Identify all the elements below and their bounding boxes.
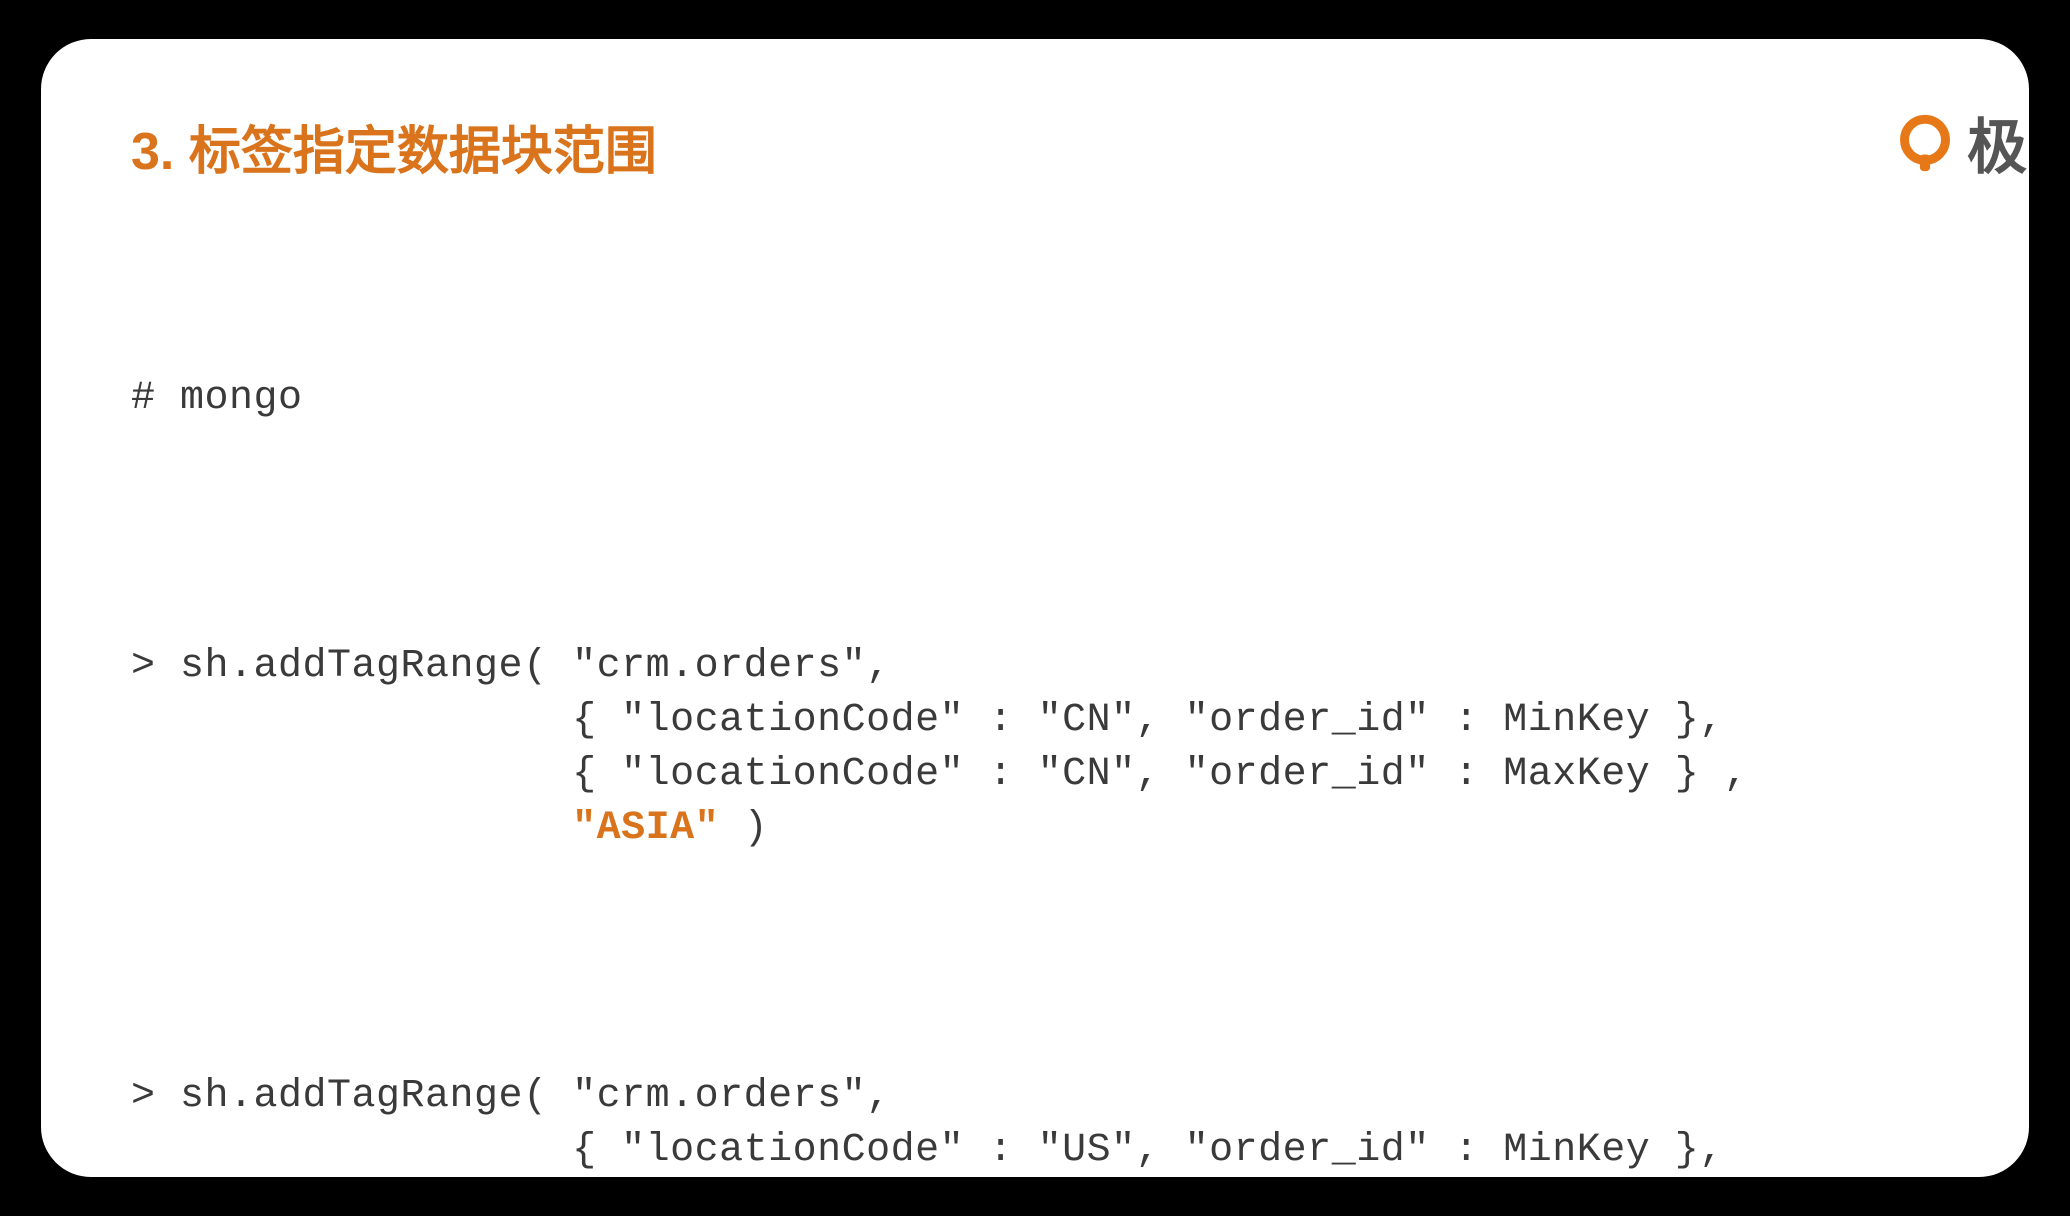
code-indent [131,806,572,851]
mongo-comment: # mongo [131,376,303,421]
brand-logo-text: 极 [1967,99,2029,186]
logo-area: 极 [1893,99,2029,186]
slide-content: 极 3. 标签指定数据块范围 # mongo > sh.addTagRange(… [41,39,2029,1177]
code-line: { "locationCode" : "CN", "order_id" : Ma… [131,752,1748,797]
code-line: { "locationCode" : "CN", "order_id" : Mi… [131,698,1724,743]
tag-asia: "ASIA" [572,806,719,851]
code-line: > sh.addTagRange( "crm.orders", [131,1074,891,1119]
code-line: > sh.addTagRange( "crm.orders", [131,644,891,689]
code-line: { "locationCode" : "US", "order_id" : Mi… [131,1128,1724,1173]
code-comment-line: # mongo [131,372,1939,426]
code-area: # mongo > sh.addTagRange( "crm.orders", … [131,264,1939,1177]
code-block-asia: > sh.addTagRange( "crm.orders", { "locat… [131,640,1939,856]
code-block-america-us: > sh.addTagRange( "crm.orders", { "locat… [131,1070,1939,1177]
slide-frame: 极 3. 标签指定数据块范围 # mongo > sh.addTagRange(… [15,13,2055,1203]
code-suffix: ) [719,806,768,851]
brand-logo-icon [1893,111,1957,175]
slide-title: 3. 标签指定数据块范围 [131,109,1939,184]
